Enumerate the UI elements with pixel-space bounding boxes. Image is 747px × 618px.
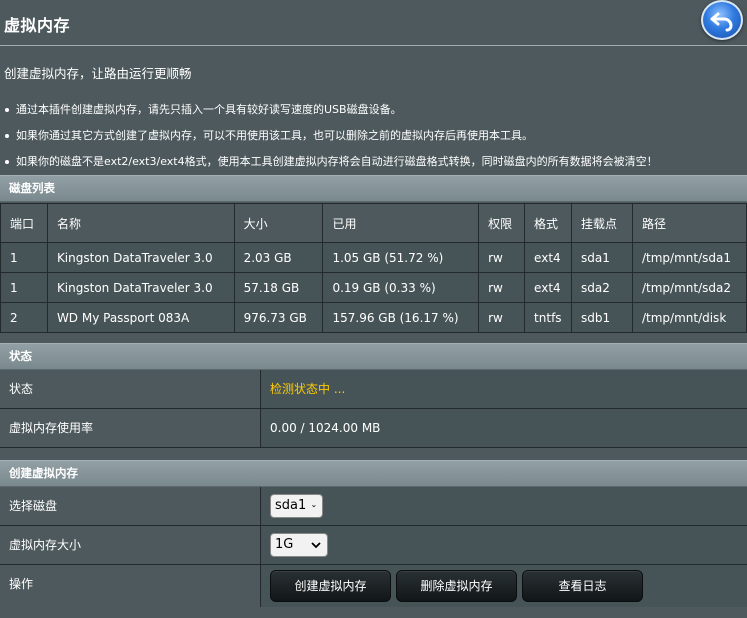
action-buttons: 创建虚拟内存 删除虚拟内存 查看日志: [270, 570, 643, 602]
cell-mount: sda1: [571, 242, 633, 273]
col-path: 路径: [631, 203, 747, 243]
create-panel: 选择磁盘 sda1 虚拟内存大小 1G 操作 创建虚拟内存 删除虚拟内存 查看日…: [0, 487, 747, 607]
size-select-row: 虚拟内存大小 1G: [0, 526, 747, 565]
cell-used: 0.19 GB (0.33 %): [322, 272, 480, 303]
view-log-button[interactable]: 查看日志: [522, 570, 643, 602]
page-title: 虚拟内存: [4, 16, 71, 35]
cell-size: 976.73 GB: [233, 302, 324, 333]
notes-list: 通过本插件创建虚拟内存，请先只插入一个具有较好读写速度的USB磁盘设备。 如果你…: [4, 103, 744, 181]
usage-value: 0.00 / 1024.00 MB: [261, 409, 747, 447]
table-row: 1 Kingston DataTraveler 3.0 57.18 GB 0.1…: [0, 272, 747, 303]
cell-name: WD My Passport 083A: [46, 302, 235, 333]
status-section-header: 状态: [0, 343, 747, 370]
col-format: 格式: [524, 203, 573, 243]
cell-port: 2: [0, 302, 48, 333]
col-used: 已用: [322, 203, 480, 243]
col-permission: 权限: [478, 203, 526, 243]
cell-mount: sdb1: [571, 302, 633, 333]
cell-mount: sda2: [571, 272, 633, 303]
status-panel: 状态 检测状态中 ... 虚拟内存使用率 0.00 / 1024.00 MB: [0, 370, 747, 448]
note-item: 如果你通过其它方式创建了虚拟内存，可以不用使用该工具，也可以删除之前的虚拟内存后…: [4, 129, 744, 155]
status-value: 检测状态中 ...: [261, 370, 747, 408]
col-size: 大小: [233, 203, 324, 243]
usage-label: 虚拟内存使用率: [0, 409, 261, 447]
cell-format: tntfs: [524, 302, 573, 333]
cell-format: ext4: [524, 242, 573, 273]
create-section-header: 创建虚拟内存: [0, 460, 747, 487]
table-row: 2 WD My Passport 083A 976.73 GB 157.96 G…: [0, 302, 747, 333]
disk-select-value: sda1: [275, 498, 307, 513]
status-label: 状态: [0, 370, 261, 408]
chevron-down-icon: [312, 505, 316, 508]
cell-port: 1: [0, 272, 48, 303]
cell-name: Kingston DataTraveler 3.0: [46, 272, 235, 303]
note-item: 通过本插件创建虚拟内存，请先只插入一个具有较好读写速度的USB磁盘设备。: [4, 103, 744, 129]
cell-permission: rw: [478, 242, 526, 273]
size-select-label: 虚拟内存大小: [0, 526, 261, 564]
cell-permission: rw: [478, 302, 526, 333]
cell-size: 2.03 GB: [233, 242, 324, 273]
cell-path: /tmp/mnt/disk: [631, 302, 747, 333]
virtual-memory-page: 虚拟内存 创建虚拟内存，让路由运行更顺畅 通过本插件创建虚拟内存，请先只插入一个…: [0, 0, 747, 618]
usage-row: 虚拟内存使用率 0.00 / 1024.00 MB: [0, 409, 747, 448]
cell-port: 1: [0, 242, 48, 273]
cell-path: /tmp/mnt/sda2: [631, 272, 747, 303]
col-port: 端口: [0, 203, 48, 243]
size-select[interactable]: 1G: [270, 533, 328, 557]
disk-table: 端口 名称 大小 已用 权限 格式 挂载点 路径 1 Kingston Data…: [0, 203, 747, 333]
title-divider: [0, 45, 747, 46]
cell-size: 57.18 GB: [233, 272, 324, 303]
disk-select-label: 选择磁盘: [0, 487, 261, 525]
size-select-cell: 1G: [261, 526, 747, 564]
cell-permission: rw: [478, 272, 526, 303]
disk-select-row: 选择磁盘 sda1: [0, 487, 747, 526]
status-row: 状态 检测状态中 ...: [0, 370, 747, 409]
delete-swap-button[interactable]: 删除虚拟内存: [396, 570, 517, 602]
create-swap-button[interactable]: 创建虚拟内存: [270, 570, 391, 602]
disk-select[interactable]: sda1: [270, 494, 323, 518]
page-subtitle: 创建虚拟内存，让路由运行更顺畅: [4, 66, 192, 81]
cell-path: /tmp/mnt/sda1: [631, 242, 747, 273]
table-row: 1 Kingston DataTraveler 3.0 2.03 GB 1.05…: [0, 242, 747, 273]
action-cell: 创建虚拟内存 删除虚拟内存 查看日志: [261, 565, 747, 607]
back-arrow-icon: [710, 12, 733, 32]
size-select-value: 1G: [275, 537, 294, 552]
col-name: 名称: [46, 203, 235, 243]
cell-used: 157.96 GB (16.17 %): [322, 302, 480, 333]
action-row: 操作 创建虚拟内存 删除虚拟内存 查看日志: [0, 565, 747, 607]
col-mount: 挂载点: [571, 203, 633, 243]
back-button[interactable]: [701, 0, 743, 40]
action-label: 操作: [0, 565, 261, 607]
cell-name: Kingston DataTraveler 3.0: [46, 242, 235, 273]
chevron-down-icon: [311, 542, 321, 549]
disk-select-cell: sda1: [261, 487, 747, 525]
cell-format: ext4: [524, 272, 573, 303]
cell-used: 1.05 GB (51.72 %): [322, 242, 480, 273]
disk-table-header-row: 端口 名称 大小 已用 权限 格式 挂载点 路径: [0, 203, 747, 243]
disk-list-header: 磁盘列表: [0, 175, 747, 202]
